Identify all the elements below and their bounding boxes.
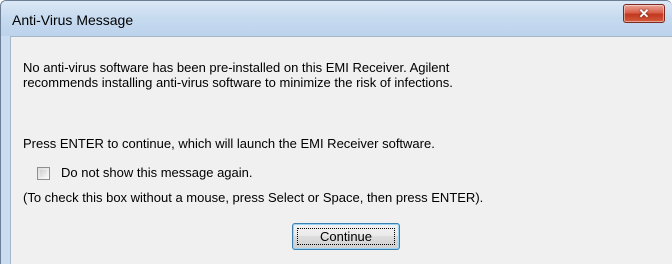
- message-line-2: recommends installing anti-virus softwar…: [23, 75, 453, 90]
- dialog-title: Anti-Virus Message: [12, 12, 134, 28]
- dont-show-again-checkbox[interactable]: [37, 167, 50, 180]
- checkbox-hint-text: (To check this box without a mouse, pres…: [23, 190, 484, 205]
- continue-button[interactable]: Continue: [292, 223, 400, 250]
- close-icon: ✕: [638, 6, 650, 21]
- dont-show-again-label[interactable]: Do not show this message again.: [61, 165, 253, 181]
- close-button[interactable]: ✕: [623, 4, 665, 23]
- message-line-1: No anti-virus software has been pre-inst…: [23, 60, 450, 75]
- anti-virus-dialog: Anti-Virus Message ✕ No anti-virus softw…: [0, 0, 672, 264]
- instruction-text: Press ENTER to continue, which will laun…: [23, 136, 435, 151]
- title-bar[interactable]: Anti-Virus Message ✕: [1, 1, 672, 36]
- focus-ring: [297, 228, 395, 245]
